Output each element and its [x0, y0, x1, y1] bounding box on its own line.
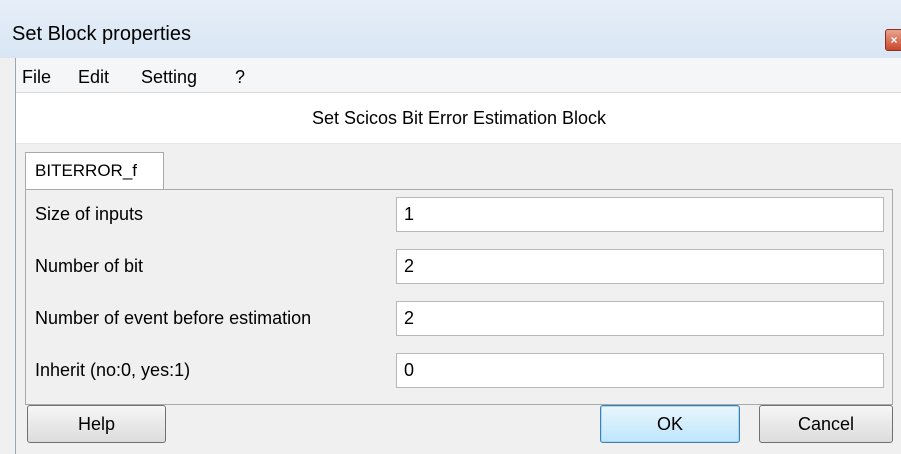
close-icon: ×	[890, 33, 898, 47]
menu-edit[interactable]: Edit	[78, 67, 109, 88]
field-label-number-of-bit: Number of bit	[35, 256, 144, 276]
dialog-heading: Set Scicos Bit Error Estimation Block	[311, 108, 607, 128]
menu-setting[interactable]: Setting	[141, 67, 197, 88]
inherit-input[interactable]	[396, 353, 884, 388]
field-label-inherit: Inherit (no:0, yes:1)	[35, 360, 191, 380]
tab-biterror[interactable]: BITERROR_f	[25, 152, 164, 189]
dialog-content: File Edit Setting ? Set Scicos Bit Error…	[15, 58, 901, 454]
heading-area: Set Scicos Bit Error Estimation Block	[16, 93, 901, 144]
field-label-number-of-event: Number of event before estimation	[35, 308, 312, 328]
window-title: Set Block properties	[12, 23, 191, 45]
size-of-inputs-input[interactable]	[396, 197, 884, 232]
close-button[interactable]: ×	[885, 29, 901, 51]
dialog-window: Set Block properties × File Edit Setting…	[0, 0, 901, 454]
parameters-panel: Size of inputs Number of bit Number of e…	[25, 189, 893, 405]
cancel-button[interactable]: Cancel	[759, 405, 893, 443]
title-bar[interactable]: Set Block properties ×	[0, 0, 901, 58]
number-of-event-input[interactable]	[396, 301, 884, 336]
menu-file[interactable]: File	[22, 67, 51, 88]
help-button[interactable]: Help	[27, 405, 166, 443]
menu-help[interactable]: ?	[235, 67, 245, 88]
field-label-size-of-inputs: Size of inputs	[35, 204, 144, 224]
menu-bar: File Edit Setting ?	[16, 58, 901, 93]
number-of-bit-input[interactable]	[396, 249, 884, 284]
ok-button[interactable]: OK	[600, 405, 740, 443]
